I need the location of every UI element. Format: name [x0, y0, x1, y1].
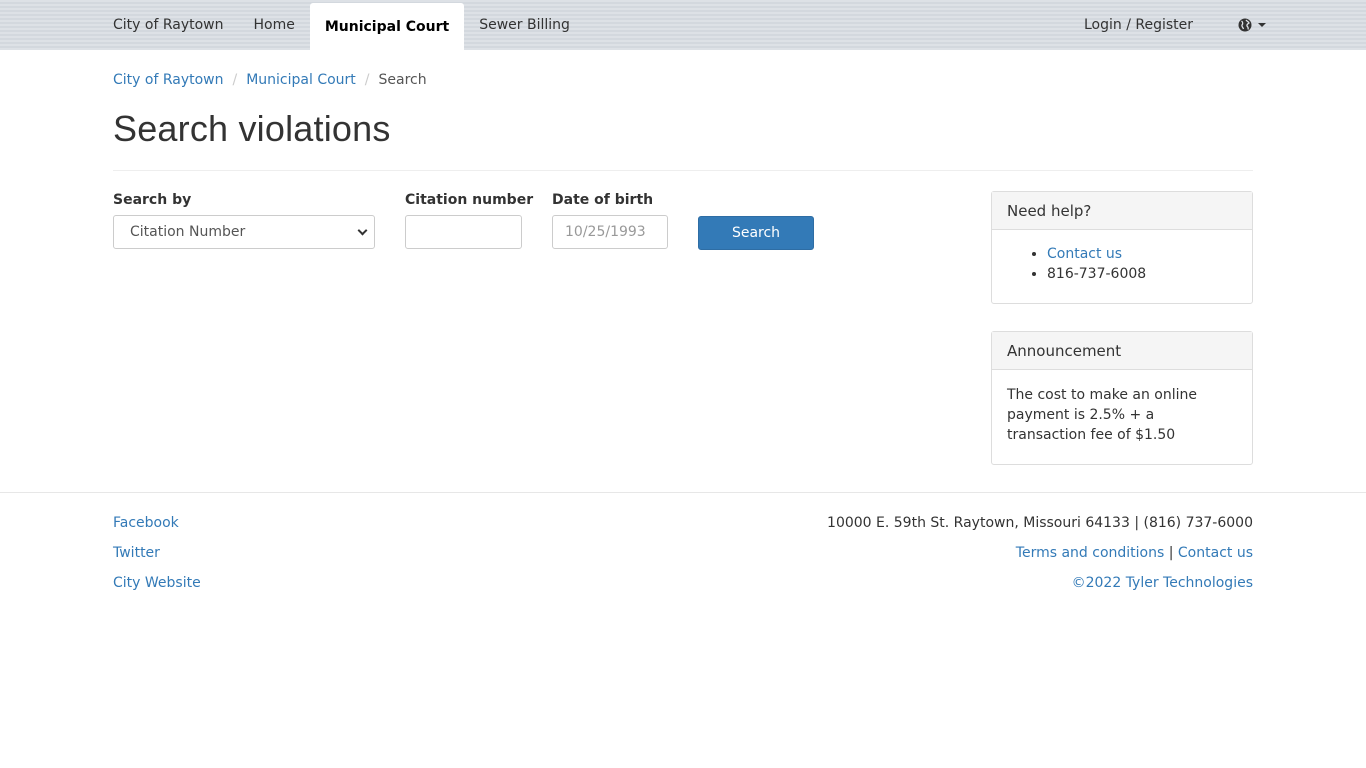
- footer-city-website-link[interactable]: City Website: [113, 574, 201, 604]
- search-by-group: Search by Citation Number: [113, 192, 375, 249]
- footer-contact-link[interactable]: Contact us: [1178, 545, 1253, 561]
- footer-copyright-link[interactable]: ©2022 Tyler Technologies: [1072, 575, 1253, 591]
- announcement-body: The cost to make an online payment is 2.…: [992, 370, 1252, 464]
- nav-item-sewer-billing[interactable]: Sewer Billing: [464, 0, 585, 50]
- footer-legal-links: Terms and conditions | Contact us: [827, 544, 1253, 574]
- need-help-list: Contact us 816-737-6008: [1007, 244, 1237, 284]
- contact-us-link[interactable]: Contact us: [1047, 246, 1122, 262]
- breadcrumb-separator: /: [364, 72, 370, 88]
- top-navbar: City of Raytown Home Municipal Court Sew…: [0, 0, 1366, 50]
- search-by-label: Search by: [113, 192, 192, 208]
- footer-facebook-link[interactable]: Facebook: [113, 514, 201, 544]
- navbar-inner: City of Raytown Home Municipal Court Sew…: [98, 0, 1268, 50]
- globe-icon: [1238, 18, 1252, 32]
- nav-item-home[interactable]: Home: [239, 0, 310, 50]
- title-divider: [113, 170, 1253, 171]
- footer-twitter-link[interactable]: Twitter: [113, 544, 201, 574]
- chevron-down-icon: [1258, 23, 1266, 27]
- breadcrumb: City of Raytown / Municipal Court / Sear…: [113, 72, 1253, 88]
- page-title: Search violations: [113, 108, 391, 149]
- search-by-select[interactable]: Citation Number: [113, 215, 375, 249]
- citation-number-label: Citation number: [405, 192, 534, 208]
- date-of-birth-group: Date of birth: [552, 192, 668, 249]
- list-item: Contact us: [1047, 244, 1237, 264]
- announcement-panel: Announcement The cost to make an online …: [991, 331, 1253, 465]
- language-dropdown[interactable]: [1208, 0, 1268, 50]
- need-help-panel: Need help? Contact us 816-737-6008: [991, 191, 1253, 304]
- chevron-down-icon: [357, 225, 368, 235]
- breadcrumb-current: Search: [378, 72, 427, 88]
- footer-divider: [0, 492, 1366, 493]
- breadcrumb-municipal-court[interactable]: Municipal Court: [246, 72, 356, 88]
- announcement-text: The cost to make an online payment is 2.…: [1007, 387, 1197, 443]
- nav-item-municipal-court[interactable]: Municipal Court: [309, 3, 465, 50]
- search-by-selected-value: Citation Number: [130, 224, 246, 240]
- footer-address: 10000 E. 59th St. Raytown, Missouri 6413…: [827, 515, 1253, 531]
- help-phone: 816-737-6008: [1047, 266, 1147, 282]
- login-register-link[interactable]: Login / Register: [1069, 0, 1208, 50]
- citation-number-input[interactable]: [405, 215, 522, 249]
- date-of-birth-input[interactable]: [552, 215, 668, 249]
- announcement-heading: Announcement: [992, 332, 1252, 370]
- need-help-heading: Need help?: [992, 192, 1252, 230]
- citation-number-group: Citation number: [405, 192, 533, 249]
- footer-info: 10000 E. 59th St. Raytown, Missouri 6413…: [827, 514, 1253, 604]
- breadcrumb-separator: /: [232, 72, 238, 88]
- footer-terms-link[interactable]: Terms and conditions: [1016, 545, 1165, 561]
- footer-social-links: Facebook Twitter City Website: [113, 514, 201, 604]
- list-item: 816-737-6008: [1047, 264, 1237, 284]
- search-button[interactable]: Search: [698, 216, 814, 250]
- footer-divider-text: |: [1168, 545, 1174, 561]
- nav-right: Login / Register: [1069, 0, 1268, 50]
- nav-left: City of Raytown Home Municipal Court Sew…: [98, 0, 585, 50]
- date-of-birth-label: Date of birth: [552, 192, 654, 208]
- need-help-body: Contact us 816-737-6008: [992, 230, 1252, 303]
- nav-item-city-of-raytown[interactable]: City of Raytown: [98, 0, 239, 50]
- breadcrumb-city-of-raytown[interactable]: City of Raytown: [113, 72, 224, 88]
